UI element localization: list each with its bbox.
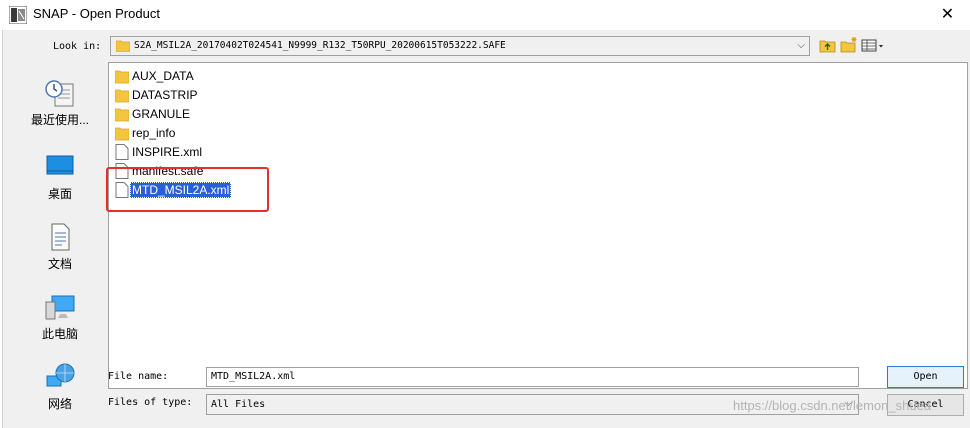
place-label: 文档 <box>47 257 72 271</box>
files-of-type-label: Files of type: <box>108 397 193 408</box>
highlight-annotation-box <box>106 167 269 212</box>
list-item-folder[interactable]: rep_info <box>113 124 373 142</box>
files-of-type-value: All Files <box>211 399 266 410</box>
close-button[interactable]: ✕ <box>925 0 970 30</box>
file-name-text: AUX_DATA <box>132 69 194 83</box>
look-in-combo[interactable]: S2A_MSIL2A_20170402T024541_N9999_R132_T5… <box>110 36 810 56</box>
title-bar: SNAP - Open Product ✕ <box>0 0 970 30</box>
place-label: 最近使用... <box>30 113 89 127</box>
snap-app-icon <box>9 6 27 24</box>
folder-icon <box>115 70 129 84</box>
file-name-text: rep_info <box>132 126 176 140</box>
file-name-text: DATASTRIP <box>132 88 198 102</box>
file-name-input[interactable]: MTD_MSIL2A.xml <box>206 367 859 387</box>
place-label: 此电脑 <box>41 327 78 341</box>
recent-icon <box>45 80 74 107</box>
look-in-label: Look in: <box>53 41 102 52</box>
place-recent[interactable]: 最近使用... <box>15 78 105 138</box>
file-list[interactable]: AUX_DATA DATASTRIP GRANULE rep_info INSP… <box>108 62 968 389</box>
file-name-value: MTD_MSIL2A.xml <box>211 371 296 382</box>
watermark-text: https://blog.csdn.net/lemon_shuea <box>733 398 932 413</box>
open-product-dialog: Look in: S2A_MSIL2A_20170402T024541_N999… <box>2 30 970 428</box>
list-item-file[interactable]: INSPIRE.xml <box>113 143 373 161</box>
window-title: SNAP - Open Product <box>33 6 160 21</box>
list-item-folder[interactable]: GRANULE <box>113 105 373 123</box>
network-icon <box>46 363 75 387</box>
file-name-text: GRANULE <box>132 107 191 121</box>
new-folder-icon[interactable] <box>839 36 859 54</box>
place-label: 桌面 <box>47 187 72 201</box>
folder-icon <box>115 108 129 122</box>
computer-icon <box>45 295 75 320</box>
folder-icon <box>116 40 130 52</box>
place-computer[interactable]: 此电脑 <box>15 292 105 352</box>
file-name-label: File name: <box>108 371 169 382</box>
desktop-icon <box>46 155 74 175</box>
up-folder-icon[interactable] <box>818 36 838 54</box>
folder-icon <box>115 127 129 141</box>
view-menu-icon[interactable] <box>860 36 886 54</box>
chevron-down-icon[interactable]: ⌵ <box>797 40 805 51</box>
look-in-value: S2A_MSIL2A_20170402T024541_N9999_R132_T5… <box>134 40 506 51</box>
list-item-folder[interactable]: AUX_DATA <box>113 67 373 85</box>
folder-icon <box>115 89 129 103</box>
place-network[interactable]: 网络 <box>15 362 105 422</box>
file-name-text: INSPIRE.xml <box>132 145 203 159</box>
place-documents[interactable]: 文档 <box>15 222 105 282</box>
place-label: 网络 <box>47 397 72 411</box>
file-icon <box>115 144 129 160</box>
list-item-folder[interactable]: DATASTRIP <box>113 86 373 104</box>
places-bar: 最近使用... 桌面 文档 此电脑 网络 <box>15 70 105 411</box>
documents-icon <box>51 223 70 251</box>
place-desktop[interactable]: 桌面 <box>15 152 105 212</box>
open-button[interactable]: Open <box>887 366 964 388</box>
